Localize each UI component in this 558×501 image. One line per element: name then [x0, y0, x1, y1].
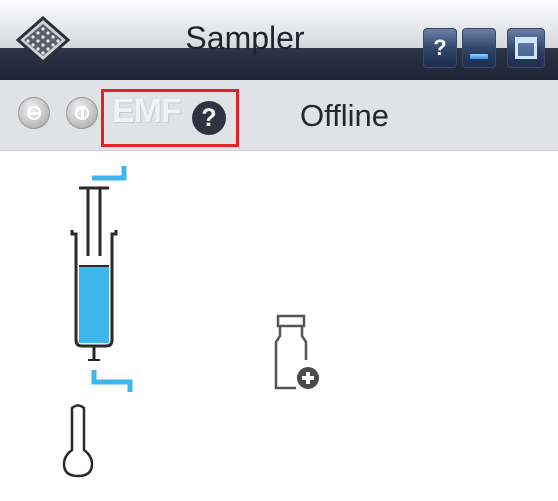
power-line	[81, 108, 84, 118]
vial-add-icon[interactable]	[262, 308, 332, 398]
maximize-icon	[515, 37, 537, 59]
status-text: Offline	[300, 98, 390, 133]
syringe-icon[interactable]	[62, 160, 142, 400]
title-bar: Sampler ?	[0, 0, 558, 81]
title-help-button[interactable]: ?	[423, 28, 457, 68]
minimize-button[interactable]	[462, 28, 496, 68]
minimize-icon	[470, 54, 488, 59]
window-title: Sampler	[185, 20, 305, 56]
emf-highlight-box	[101, 89, 239, 147]
minus-circle-button[interactable]	[18, 97, 50, 129]
toolbar	[0, 80, 558, 215]
sampler-window: Sampler ? EMF ? Offline	[0, 0, 558, 501]
power-circle-button[interactable]	[66, 97, 98, 129]
maximize-button[interactable]	[507, 28, 545, 68]
minus-line	[29, 112, 39, 115]
temperature-icon[interactable]	[58, 404, 98, 479]
